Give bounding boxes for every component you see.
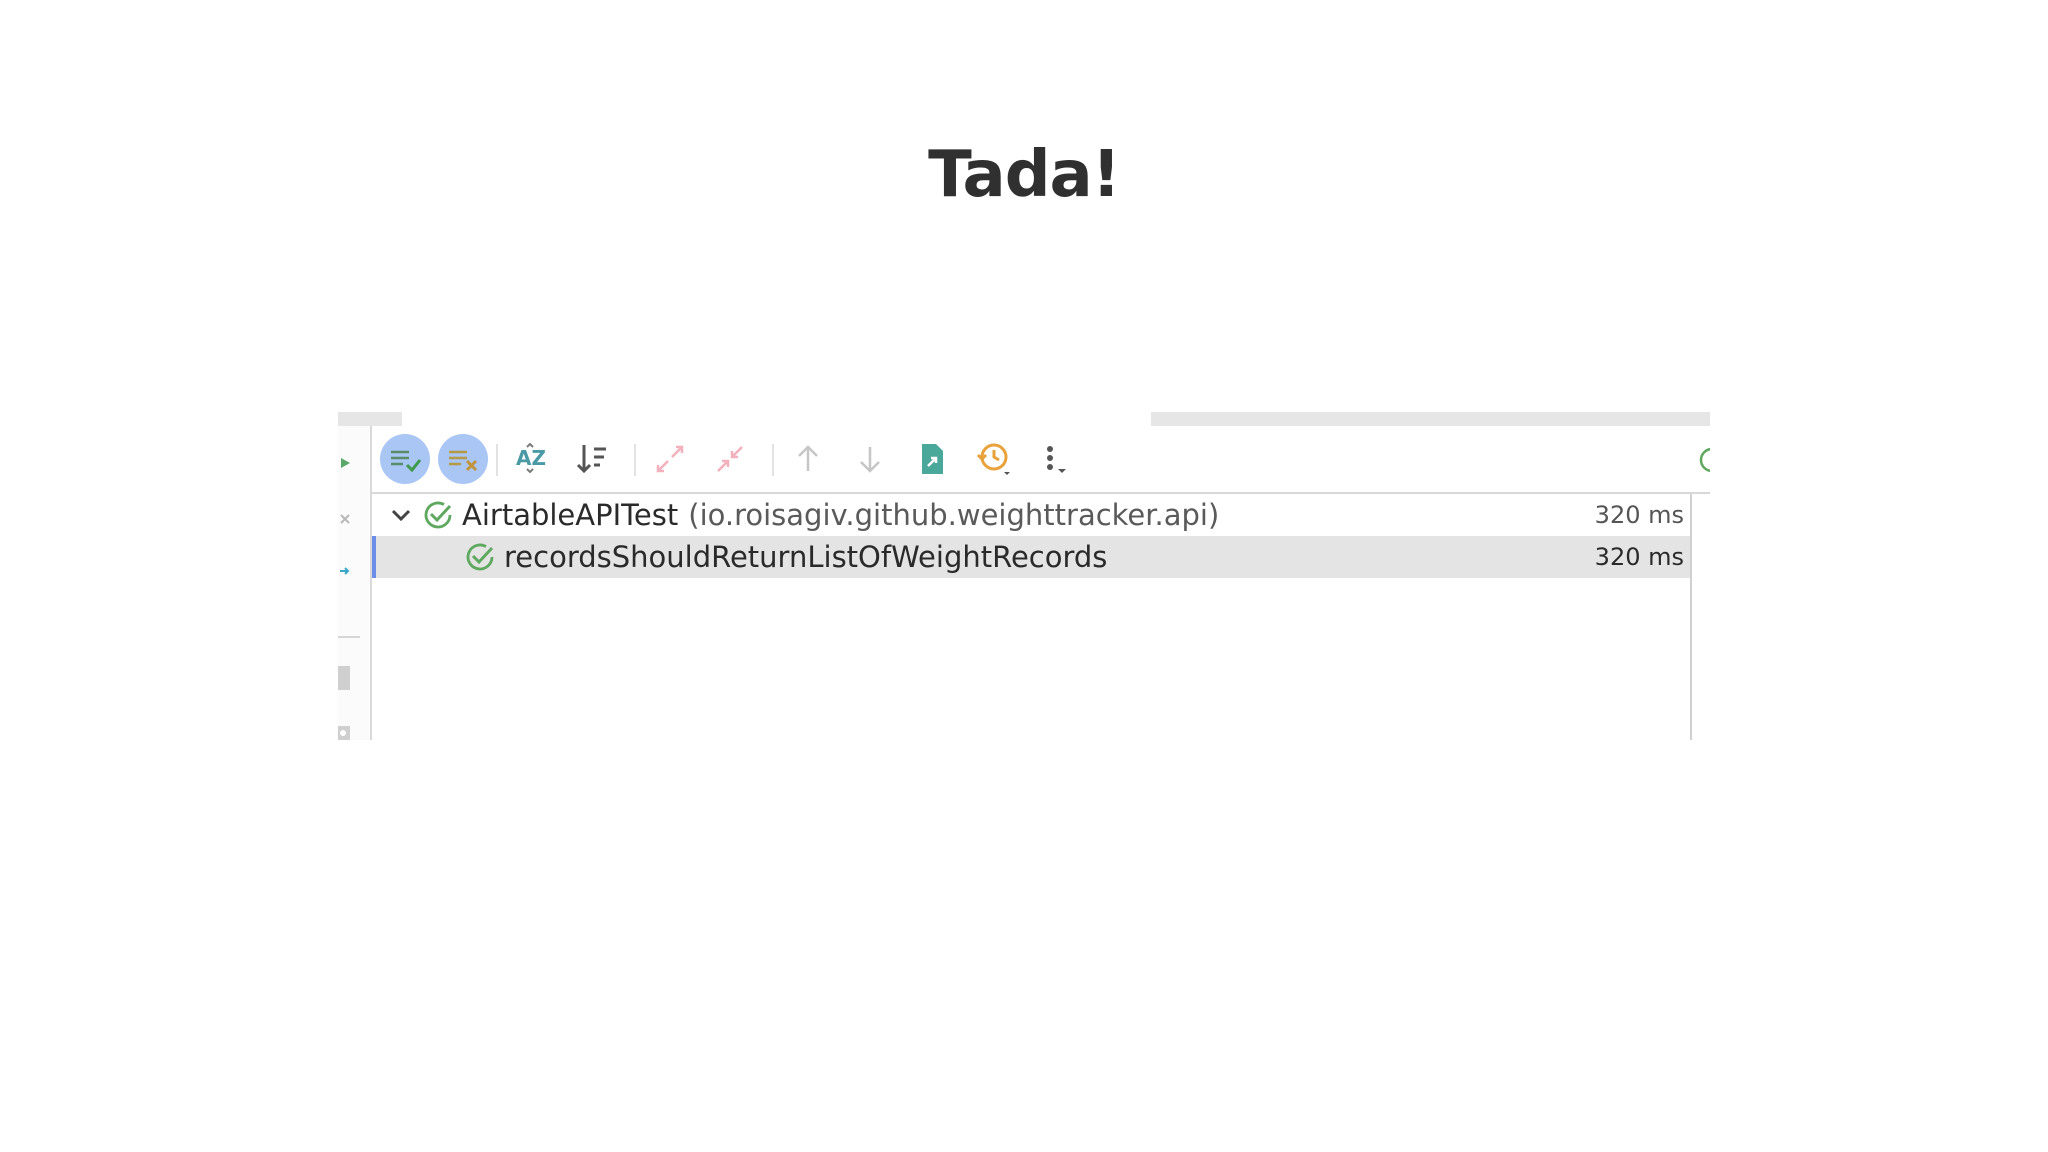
export-results-button[interactable] (912, 439, 952, 479)
test-class-package: (io.roisagiv.github.weighttracker.api) (688, 498, 1220, 532)
more-options-button[interactable] (1036, 439, 1076, 479)
toolbar-separator (634, 444, 636, 476)
stop-icon[interactable] (338, 512, 352, 530)
sort-by-duration-button[interactable] (572, 439, 612, 479)
test-class-duration: 320 ms (1594, 501, 1684, 529)
test-runner-panel: AZ AirtableAPITest (io.roisagiv.github.w… (338, 412, 1710, 740)
collapse-all-icon (717, 446, 743, 472)
previous-failed-button[interactable] (788, 439, 828, 479)
test-runner-toolbar: AZ (372, 426, 1710, 494)
test-method-name: recordsShouldReturnListOfWeightRecords (504, 540, 1108, 574)
tree-row-test-class[interactable]: AirtableAPITest (io.roisagiv.github.weig… (372, 494, 1690, 536)
rerun-failed-icon[interactable] (338, 564, 352, 582)
layout-icon[interactable] (338, 666, 352, 696)
chevron-down-icon[interactable] (390, 504, 412, 526)
strip-divider (338, 636, 360, 638)
slide: Tada! AZ AirtableAPITest (io.roisagiv.gi… (0, 0, 2048, 1152)
test-results-tree: AirtableAPITest (io.roisagiv.github.weig… (372, 494, 1692, 740)
show-passed-icon (391, 450, 422, 473)
test-class-name: AirtableAPITest (462, 498, 679, 532)
show-ignored-button[interactable] (438, 434, 488, 484)
next-failed-button[interactable] (850, 439, 890, 479)
left-action-strip (338, 426, 372, 740)
tree-row-test-method[interactable]: recordsShouldReturnListOfWeightRecords 3… (372, 536, 1690, 578)
expand-all-icon (656, 445, 684, 473)
sort-alphabetically-button[interactable]: AZ (512, 439, 552, 479)
test-method-duration: 320 ms (1594, 543, 1684, 571)
export-icon (922, 444, 943, 474)
arrow-up-icon (798, 445, 818, 471)
slide-title: Tada! (928, 138, 1121, 212)
toolbar-separator (772, 444, 774, 476)
history-clock-icon (976, 443, 1010, 475)
tab-strip-segment (1151, 412, 1710, 426)
arrow-down-icon (860, 447, 880, 473)
svg-text:AZ: AZ (516, 446, 546, 470)
sort-duration-icon (576, 445, 606, 474)
sort-az-icon: AZ (516, 442, 546, 474)
show-passed-button[interactable] (380, 434, 430, 484)
panel-tab-strip (338, 412, 1710, 426)
passed-check-icon (422, 499, 454, 531)
toolbar-separator (496, 444, 498, 476)
show-ignored-icon (449, 450, 478, 472)
collapse-all-button[interactable] (710, 439, 750, 479)
settings-icon[interactable] (338, 724, 352, 740)
tab-strip-segment (338, 412, 402, 426)
status-indicator-icon (1698, 446, 1710, 479)
expand-all-button[interactable] (650, 439, 690, 479)
more-vertical-icon (1047, 446, 1066, 473)
rerun-icon[interactable] (338, 456, 352, 474)
test-history-button[interactable] (974, 439, 1014, 479)
passed-check-icon (464, 541, 496, 573)
